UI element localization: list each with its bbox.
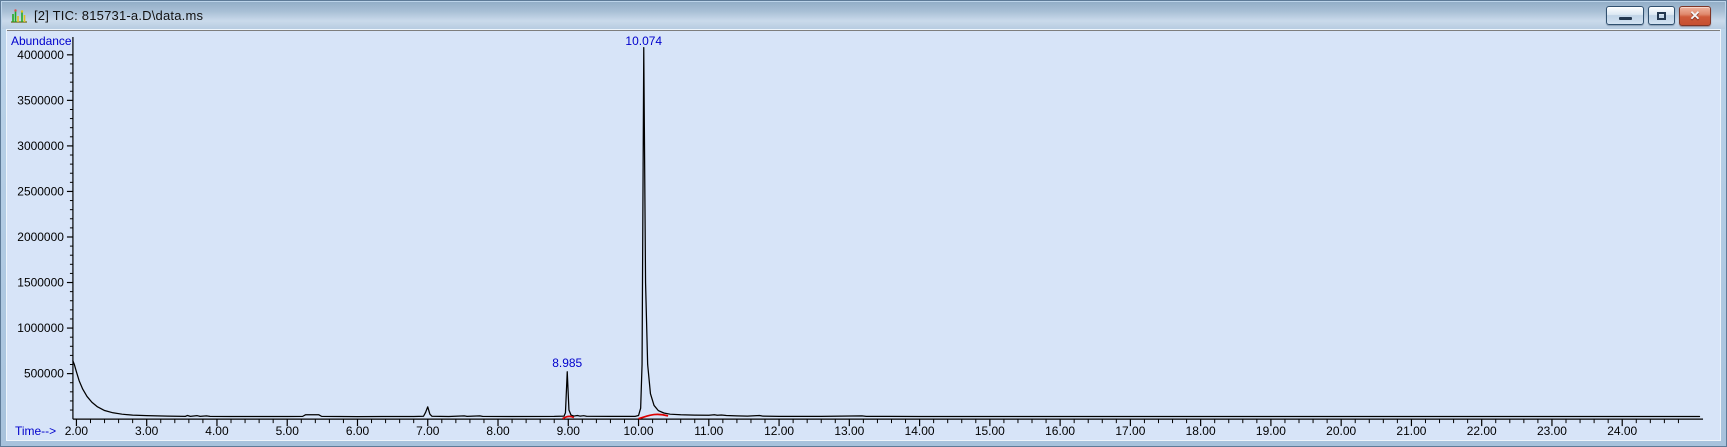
x-tick-label: 9.00 [557,424,581,438]
y-tick-label: 1000000 [17,321,64,335]
restore-button[interactable] [1648,6,1675,25]
window-title: [2] TIC: 815731-a.D\data.ms [34,8,204,23]
x-tick-label: 5.00 [276,424,300,438]
peak-integration-baseline [638,413,669,420]
x-tick-label: 23.00 [1537,424,1567,438]
close-button[interactable]: ✕ [1679,5,1711,26]
x-tick-label: 19.00 [1256,424,1286,438]
x-tick-label: 4.00 [205,424,229,438]
minimize-button[interactable] [1606,6,1644,25]
close-icon: ✕ [1689,8,1701,23]
peak-integration-baseline [562,415,575,420]
y-tick-label: 2000000 [17,230,64,244]
peak-retention-label: 10.074 [625,34,662,48]
client-area: 2.00 3.00 4.00 5.00 6.00 7.00 8.00 9.00 10.00 11.… [7,30,1720,440]
x-tick-label: 17.00 [1115,424,1145,438]
x-tick-label: 24.00 [1607,424,1637,438]
x-tick-label: 3.00 [135,424,159,438]
x-tick-label: 8.00 [486,424,510,438]
chromatogram-app-icon [11,8,27,23]
x-tick-label: 10.00 [624,424,654,438]
chromatogram-window: [2] TIC: 815731-a.D\data.ms ✕ 2.00 3.00 4.… [0,0,1727,447]
x-tick-label: 20.00 [1326,424,1356,438]
y-tick-label: 1500000 [17,276,64,290]
x-tick-label: 6.00 [346,424,370,438]
x-axis-title: Time--> [15,424,56,438]
y-tick-label: 3000000 [17,139,64,153]
y-tick-label: 500000 [24,367,64,381]
x-tick-label: 7.00 [416,424,440,438]
tic-chromatogram[interactable]: 2.00 3.00 4.00 5.00 6.00 7.00 8.00 9.00 10.00 11.… [7,31,1720,440]
peak-retention-label: 8.985 [552,356,582,370]
x-tick-label: 14.00 [905,424,935,438]
window-controls: ✕ [1606,5,1717,26]
x-tick-label: 22.00 [1467,424,1497,438]
y-tick-label: 2500000 [17,184,64,198]
x-tick-label: 12.00 [764,424,794,438]
x-tick-label: 11.00 [694,424,723,438]
x-tick-label: 16.00 [1045,424,1075,438]
y-tick-label: 4000000 [17,48,64,62]
x-tick-label: 15.00 [975,424,1005,438]
title-bar[interactable]: [2] TIC: 815731-a.D\data.ms ✕ [2,2,1725,29]
x-tick-label: 18.00 [1186,424,1216,438]
y-axis-title: Abundance [11,34,72,48]
x-tick-label: 21.00 [1396,424,1426,438]
y-tick-label: 3500000 [17,93,64,107]
restore-icon [1657,11,1666,20]
x-tick-label: 13.00 [834,424,864,438]
x-tick-label: 2.00 [65,424,89,438]
minimize-icon [1618,17,1632,20]
tic-trace [72,46,1701,418]
